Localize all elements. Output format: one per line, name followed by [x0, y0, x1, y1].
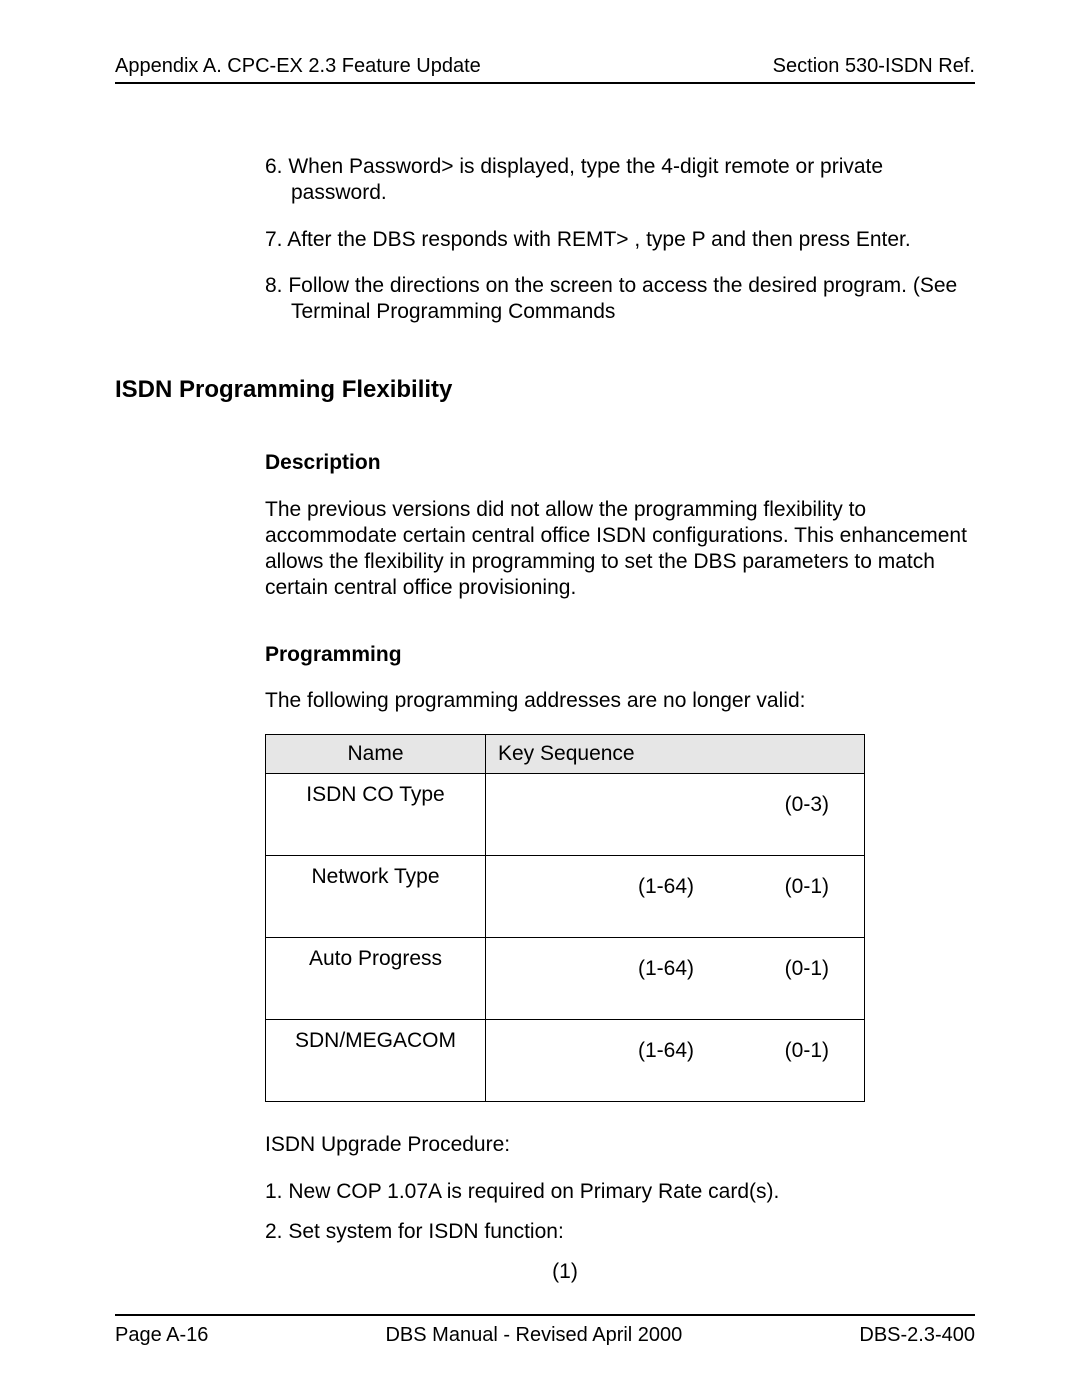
programming-table: Name Key Sequence ISDN CO Type (0-3) Net… — [265, 734, 865, 1102]
cell-seq: (1-64) (0-1) — [486, 938, 865, 1020]
th-name: Name — [266, 735, 486, 774]
seq-mid: (1-64) — [638, 956, 694, 982]
description-heading: Description — [265, 450, 975, 476]
page-header: Appendix A. CPC-EX 2.3 Feature Update Se… — [115, 55, 975, 84]
step-8: 8. Follow the directions on the screen t… — [265, 273, 975, 326]
description-body: The previous versions did not allow the … — [265, 497, 975, 602]
seq-right: (0-1) — [785, 956, 829, 982]
cell-name: Auto Progress — [266, 938, 486, 1020]
seq-mid: (1-64) — [638, 874, 694, 900]
page: Appendix A. CPC-EX 2.3 Feature Update Se… — [0, 0, 1080, 1397]
seq-right: (0-3) — [785, 792, 829, 818]
cell-seq: (1-64) (0-1) — [486, 1020, 865, 1102]
seq-right: (0-1) — [785, 874, 829, 900]
table-row: Network Type (1-64) (0-1) — [266, 856, 865, 938]
seq-right: (0-1) — [785, 1038, 829, 1064]
section-heading: ISDN Programming Flexibility — [115, 375, 975, 405]
footer-right: DBS-2.3-400 — [859, 1324, 975, 1347]
cell-name: ISDN CO Type — [266, 774, 486, 856]
seq-mid: (1-64) — [638, 1038, 694, 1064]
programming-intro: The following programming addresses are … — [265, 688, 975, 714]
upgrade-center-num: (1) — [265, 1259, 865, 1285]
cell-name: Network Type — [266, 856, 486, 938]
step-7: 7. After the DBS responds with REMT> , t… — [265, 227, 975, 253]
upgrade-step-1: 1. New COP 1.07A is required on Primary … — [265, 1179, 975, 1205]
upgrade-step-2: 2. Set system for ISDN function: — [265, 1219, 975, 1245]
page-footer: Page A-16 DBS Manual - Revised April 200… — [115, 1314, 975, 1347]
table-row: SDN/MEGACOM (1-64) (0-1) — [266, 1020, 865, 1102]
upgrade-intro: ISDN Upgrade Procedure: — [265, 1132, 975, 1158]
cell-seq: (0-3) — [486, 774, 865, 856]
cell-name: SDN/MEGACOM — [266, 1020, 486, 1102]
cell-seq: (1-64) (0-1) — [486, 856, 865, 938]
page-content: 6. When Password> is displayed, type the… — [115, 154, 975, 1285]
programming-heading: Programming — [265, 642, 975, 668]
step-6: 6. When Password> is displayed, type the… — [265, 154, 975, 207]
header-right: Section 530-ISDN Ref. — [773, 55, 975, 78]
header-left: Appendix A. CPC-EX 2.3 Feature Update — [115, 55, 481, 78]
th-seq: Key Sequence — [486, 735, 865, 774]
table-row: ISDN CO Type (0-3) — [266, 774, 865, 856]
footer-center: DBS Manual - Revised April 2000 — [385, 1324, 682, 1347]
footer-left: Page A-16 — [115, 1324, 208, 1347]
table-row: Auto Progress (1-64) (0-1) — [266, 938, 865, 1020]
